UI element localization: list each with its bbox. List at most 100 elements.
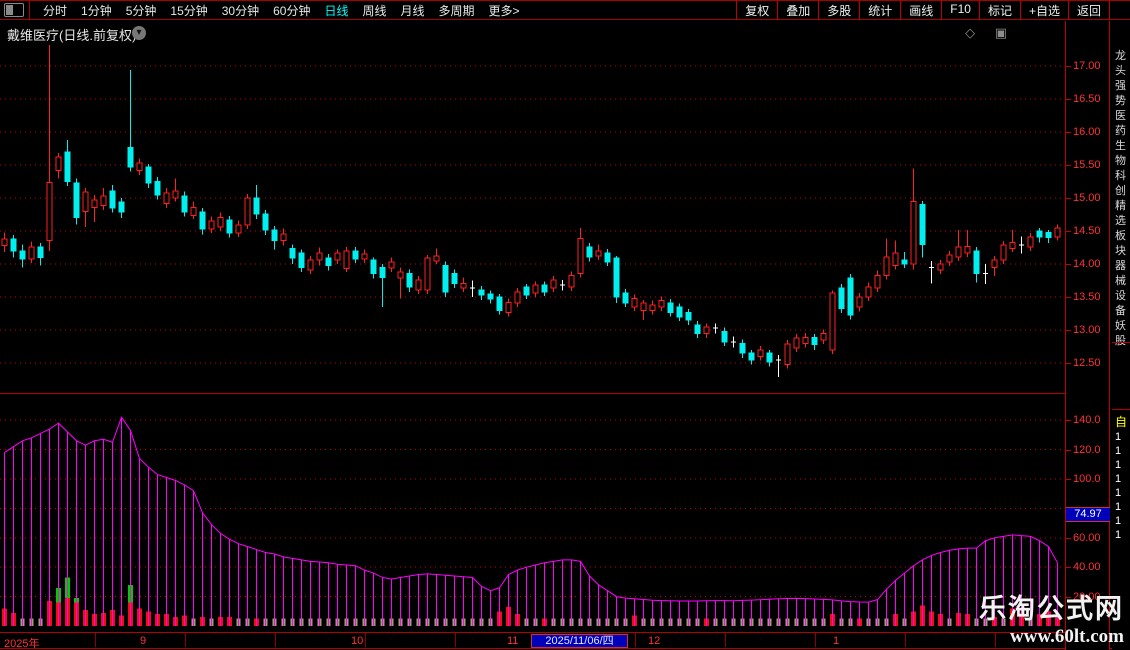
watchlist-name-char: 精 — [1115, 200, 1126, 212]
panel-divider — [0, 393, 1110, 394]
watchlist-price-digit: 1 — [1115, 501, 1122, 513]
candle-body — [757, 349, 764, 358]
candle-body — [73, 182, 80, 218]
price-axis-label: 12.50 — [1073, 357, 1101, 370]
candle-body — [460, 282, 467, 289]
candle-body — [874, 274, 881, 289]
watchlist-name-char: 备 — [1115, 305, 1126, 317]
watchlist-name-char: 选 — [1115, 215, 1126, 227]
watchlist-edge-strip[interactable]: 龙头强势医药生物科创精选板块器械设备妖股自11111111 — [1112, 21, 1130, 650]
price-axis-tick — [1066, 330, 1071, 332]
candle-body — [550, 279, 557, 289]
candle-body — [523, 286, 530, 296]
candle-body — [28, 246, 35, 260]
candle-body — [739, 342, 746, 354]
candle-body — [946, 254, 953, 263]
candle-body — [865, 286, 872, 298]
pane-toggle-icon[interactable] — [4, 3, 24, 17]
candle-body — [586, 246, 593, 258]
candle-body — [793, 337, 800, 349]
menu-button-统计[interactable]: 统计 — [860, 0, 902, 20]
candle-body — [208, 220, 215, 230]
candle-body — [163, 192, 170, 204]
candle-body — [820, 332, 827, 341]
candle-body — [676, 306, 683, 318]
page-title: 戴维医疗(日线.前复权) — [7, 28, 137, 43]
candle-body — [1027, 236, 1034, 248]
top-menu-bar: 分时 1分钟 5分钟 15分钟 30分钟 60分钟 日线 周线 月线 多周期 更多> 复权 叠加 多股统… — [0, 0, 1130, 20]
menu-item-1分钟[interactable]: 1分钟 — [74, 2, 119, 19]
menu-button-F10[interactable]: F10 — [942, 0, 980, 20]
candle-body — [235, 224, 242, 234]
indicator-axis-tick — [1066, 567, 1071, 569]
indicator-axis-tick — [1066, 537, 1071, 539]
watchlist-name-char: 创 — [1115, 185, 1126, 197]
candle-body — [937, 263, 944, 271]
menu-button-多股[interactable]: 多股 — [819, 0, 861, 20]
menu-button-返回[interactable]: 返回 — [1069, 0, 1110, 20]
strip-divider — [1112, 342, 1130, 343]
menu-item-15分钟[interactable]: 15分钟 — [163, 2, 214, 19]
candle-body — [370, 259, 377, 274]
time-axis-tick — [905, 633, 906, 647]
candle-body — [253, 197, 260, 215]
price-axis-label: 14.50 — [1073, 225, 1101, 238]
candle-body — [964, 245, 971, 254]
candle-body — [280, 233, 287, 241]
candle-body — [127, 146, 134, 168]
candle-body — [289, 247, 296, 259]
menu-item-周线[interactable]: 周线 — [355, 2, 393, 19]
watermark: 乐淘公式网 www.60lt.com — [979, 587, 1124, 648]
time-axis-month-9: 9 — [140, 635, 147, 647]
candle-body — [910, 200, 917, 265]
menu-item-日线[interactable]: 日线 — [317, 2, 355, 19]
menu-item-5分钟[interactable]: 5分钟 — [119, 2, 164, 19]
menu-item-更多>[interactable]: 更多> — [482, 2, 527, 19]
candle-body — [46, 181, 53, 241]
menu-item-60分钟[interactable]: 60分钟 — [266, 2, 317, 19]
candle-body — [181, 195, 188, 213]
indicator-axis-label: 60.00 — [1073, 531, 1101, 544]
chevron-down-icon[interactable]: ▾ — [132, 26, 146, 40]
menu-item-多周期[interactable]: 多周期 — [432, 2, 482, 19]
indicator-axis-label: 40.00 — [1073, 561, 1101, 574]
candle-body — [406, 272, 413, 288]
menu-button-+自选[interactable]: +自选 — [1021, 0, 1069, 20]
candle-body — [577, 237, 584, 274]
candle-body — [505, 301, 512, 313]
menu-button-标记[interactable]: 标记 — [980, 0, 1021, 20]
price-axis-label: 15.50 — [1073, 159, 1101, 172]
price-axis[interactable]: 17.00 16.50 16.00 15.50 15.00 14.50 14.00 13.50… — [1065, 21, 1110, 650]
candle-body — [199, 211, 206, 230]
watchlist-name-char: 头 — [1115, 65, 1126, 77]
menu-button-复权[interactable]: 复权 — [736, 0, 779, 20]
candlestick-chart[interactable] — [0, 45, 1065, 392]
candle-body — [595, 250, 602, 257]
watchlist-name-char: 生 — [1115, 140, 1126, 152]
candle-body — [154, 181, 161, 196]
candle-body — [424, 257, 431, 291]
menu-item-月线[interactable]: 月线 — [394, 2, 432, 19]
time-axis-month-11: 11 — [507, 635, 519, 647]
menu-button-画线[interactable]: 画线 — [901, 0, 943, 20]
candle-body — [109, 190, 116, 209]
window-layout-icons[interactable]: ◇ ▣ — [965, 25, 1015, 41]
menu-button-叠加[interactable]: 叠加 — [778, 0, 820, 20]
menu-item-30分钟[interactable]: 30分钟 — [215, 2, 266, 19]
indicator-axis-label: 140.0 — [1073, 414, 1101, 427]
menu-item-分时[interactable]: 分时 — [36, 2, 74, 19]
cumulative-line — [4, 416, 1058, 603]
price-axis-label: 14.00 — [1073, 258, 1101, 271]
candle-body — [703, 326, 710, 334]
time-axis-month-12: 12 — [648, 635, 661, 647]
indicator-axis-label: 100.0 — [1073, 473, 1101, 485]
candle-body — [64, 151, 71, 183]
watchlist-name-char: 股 — [1115, 335, 1126, 347]
watermark-site-name: 乐淘公式网 — [979, 594, 1124, 624]
turnover-indicator-chart[interactable] — [0, 412, 1065, 632]
candle-body — [19, 250, 26, 260]
watchlist-tab-label[interactable]: 自 — [1115, 413, 1127, 430]
candle-body — [190, 206, 197, 216]
candle-body — [622, 292, 629, 304]
candle-body — [1009, 241, 1016, 249]
